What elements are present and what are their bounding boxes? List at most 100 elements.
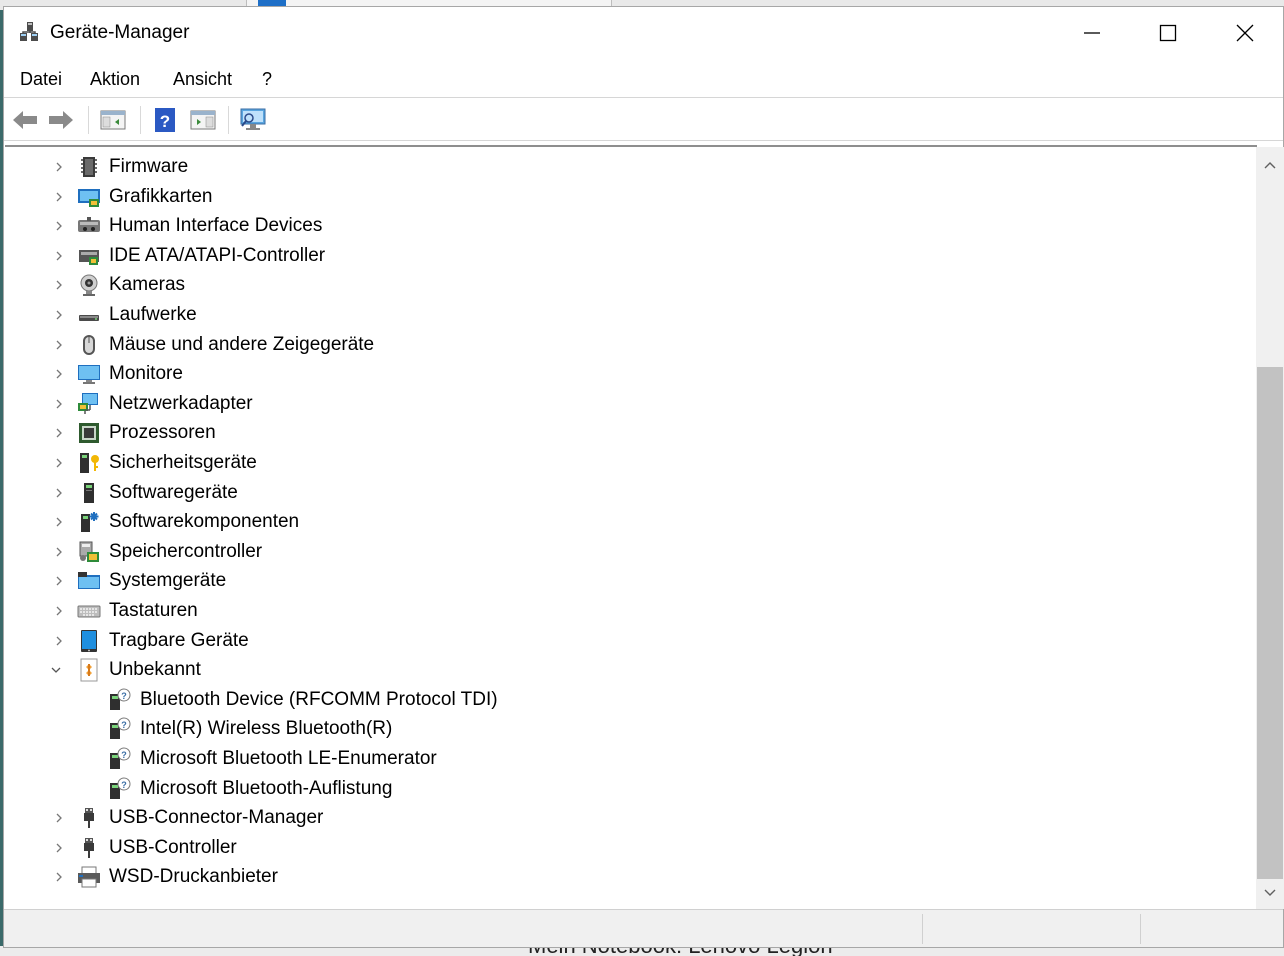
chevron-right-icon[interactable]: [53, 515, 65, 529]
tree-item-label: Kameras: [109, 274, 186, 296]
chevron-right-icon[interactable]: [53, 190, 65, 204]
back-arrow-icon: [13, 111, 37, 129]
tree-category-row[interactable]: Softwarekomponenten: [5, 507, 1205, 537]
unknown-device-icon: [80, 658, 98, 682]
menu-aktion[interactable]: Aktion: [90, 69, 140, 90]
disk-drive-icon: [79, 315, 99, 321]
tree-item-label: Firmware: [109, 156, 189, 177]
tree-item-label: USB-Controller: [109, 836, 237, 858]
tree-category-row[interactable]: Grafikkarten: [5, 182, 1205, 212]
chevron-right-icon[interactable]: [53, 604, 65, 618]
chevron-right-icon[interactable]: [53, 219, 65, 233]
portable-device-icon: [81, 629, 97, 652]
tree-category-row[interactable]: Human Interface Devices: [5, 211, 1205, 241]
tree-item-label: Tragbare Geräte: [109, 629, 249, 651]
tree-device-row[interactable]: ? Microsoft Bluetooth-Auflistung: [5, 774, 1205, 804]
tree-item-label: Microsoft Bluetooth LE-Enumerator: [140, 748, 437, 769]
scan-hardware-icon: [240, 108, 266, 130]
device-tree[interactable]: Firmware Grafikkarten Human Interface Devi…: [5, 145, 1257, 907]
svg-text:?: ?: [160, 112, 170, 131]
toolbar-separator: [228, 106, 229, 134]
tree-category-row[interactable]: Softwaregeräte: [5, 478, 1205, 508]
window-title: Geräte-Manager: [50, 22, 190, 43]
forward-arrow-icon: [49, 111, 73, 129]
chevron-right-icon[interactable]: [53, 338, 65, 352]
maximize-button[interactable]: [1130, 7, 1206, 59]
menu-ansicht[interactable]: Ansicht: [173, 69, 232, 90]
processor-icon: [79, 423, 99, 444]
action-pane-button[interactable]: [188, 106, 218, 134]
scroll-down-button[interactable]: [1256, 879, 1284, 907]
title-bar[interactable]: Geräte-Manager: [4, 7, 1283, 59]
tree-category-row[interactable]: IDE ATA/ATAPI-Controller: [5, 241, 1205, 271]
tree-category-row[interactable]: Speichercontroller: [5, 537, 1205, 567]
back-button[interactable]: [10, 106, 40, 134]
menu-bar: Datei Aktion Ansicht ?: [4, 61, 1283, 97]
scan-hardware-button[interactable]: [238, 106, 268, 134]
tree-item-label: Laufwerke: [109, 304, 197, 325]
scroll-up-button[interactable]: [1256, 151, 1284, 179]
tree-category-row[interactable]: Netzwerkadapter: [5, 389, 1205, 419]
printer-icon: [78, 866, 100, 888]
tree-item-label: Mäuse und andere Zeigegeräte: [109, 333, 375, 355]
chevron-right-icon[interactable]: [53, 811, 65, 825]
tree-item-label: Monitore: [109, 363, 183, 385]
chevron-right-icon[interactable]: [53, 574, 65, 588]
chevron-right-icon[interactable]: [53, 160, 65, 174]
chevron-right-icon[interactable]: [53, 870, 65, 884]
unknown-device-warning-icon: ?: [110, 747, 131, 769]
show-hide-console-tree-icon: [100, 110, 126, 130]
tree-category-row[interactable]: Prozessoren: [5, 418, 1205, 448]
menu-help[interactable]: ?: [262, 69, 272, 90]
tree-item-label: Human Interface Devices: [109, 215, 323, 237]
tree-device-row[interactable]: ? Bluetooth Device (RFCOMM Protocol TDI): [5, 685, 1205, 715]
chevron-right-icon[interactable]: [53, 249, 65, 263]
maximize-icon: [1159, 24, 1177, 42]
tree-device-row[interactable]: ? Intel(R) Wireless Bluetooth(R): [5, 714, 1205, 744]
tree-category-row[interactable]: Systemgeräte: [5, 566, 1205, 596]
tree-item-label: Prozessoren: [109, 422, 216, 444]
chevron-right-icon[interactable]: [53, 634, 65, 648]
tree-item-label: Microsoft Bluetooth-Auflistung: [140, 777, 393, 799]
chevron-right-icon[interactable]: [53, 486, 65, 500]
ide-controller-icon: [79, 249, 99, 265]
tree-category-row[interactable]: Tastaturen: [5, 596, 1205, 626]
close-button[interactable]: [1207, 7, 1283, 59]
tree-category-row[interactable]: USB-Connector-Manager: [5, 803, 1205, 833]
tree-category-row[interactable]: Unbekannt: [5, 655, 1205, 685]
system-device-icon: [78, 572, 100, 590]
vertical-scrollbar[interactable]: [1256, 147, 1284, 909]
minimize-button[interactable]: [1054, 7, 1130, 59]
tree-category-row[interactable]: USB-Controller: [5, 833, 1205, 863]
tree-category-row[interactable]: Mäuse und andere Zeigegeräte: [5, 330, 1205, 360]
show-hide-tree-button[interactable]: [98, 106, 128, 134]
help-button[interactable]: ?: [150, 106, 180, 134]
tree-category-row[interactable]: Firmware: [5, 152, 1205, 182]
chevron-right-icon[interactable]: [53, 278, 65, 292]
tree-category-row[interactable]: Laufwerke: [5, 300, 1205, 330]
hid-icon: [78, 217, 100, 233]
forward-button[interactable]: [46, 106, 76, 134]
tree-category-row[interactable]: WSD-Druckanbieter: [5, 862, 1205, 892]
chevron-right-icon[interactable]: [53, 397, 65, 411]
tree-category-row[interactable]: Kameras: [5, 270, 1205, 300]
tree-device-row[interactable]: ? Microsoft Bluetooth LE-Enumerator: [5, 744, 1205, 774]
software-component-icon: [81, 512, 99, 533]
chevron-right-icon[interactable]: [53, 367, 65, 381]
chevron-right-icon[interactable]: [53, 841, 65, 855]
chevron-right-icon[interactable]: [53, 456, 65, 470]
status-bar: [4, 909, 1283, 947]
tree-category-row[interactable]: Monitore: [5, 359, 1205, 389]
chevron-right-icon[interactable]: [53, 308, 65, 322]
tree-category-row[interactable]: Tragbare Geräte: [5, 626, 1205, 656]
security-device-icon: [80, 453, 99, 473]
chevron-right-icon[interactable]: [53, 426, 65, 440]
svg-text:?: ?: [121, 691, 127, 701]
chevron-down-icon[interactable]: [50, 663, 62, 677]
scroll-thumb[interactable]: [1257, 367, 1283, 879]
storage-controller-icon: [79, 541, 99, 562]
chevron-right-icon[interactable]: [53, 545, 65, 559]
tree-item-label: IDE ATA/ATAPI-Controller: [109, 244, 326, 266]
menu-datei[interactable]: Datei: [20, 69, 62, 90]
tree-category-row[interactable]: Sicherheitsgeräte: [5, 448, 1205, 478]
